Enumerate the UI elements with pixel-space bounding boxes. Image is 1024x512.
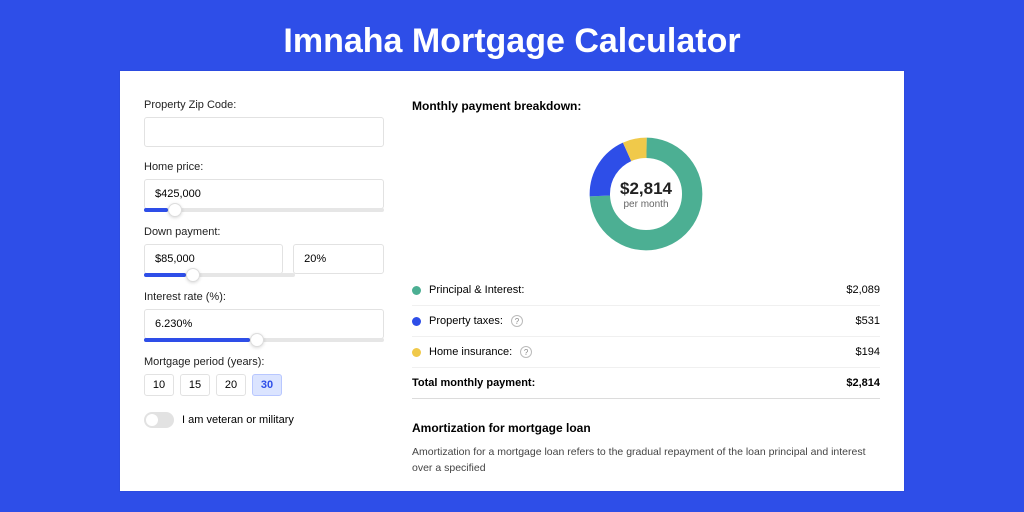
breakdown-row-insurance: Home insurance: ? $194: [412, 337, 880, 368]
breakdown-donut-chart: $2,814 per month: [585, 133, 707, 255]
period-option-15[interactable]: 15: [180, 374, 210, 396]
home-price-slider[interactable]: [144, 208, 384, 212]
legend-dot-icon: [412, 317, 421, 326]
breakdown-total-value: $2,814: [846, 377, 880, 389]
breakdown-panel: Monthly payment breakdown: $2,814 per mo…: [412, 99, 880, 477]
donut-center-amount: $2,814: [620, 179, 672, 199]
breakdown-value: $2,089: [846, 284, 880, 296]
amortization-heading: Amortization for mortgage loan: [412, 421, 880, 435]
help-icon[interactable]: ?: [520, 346, 532, 358]
zip-label: Property Zip Code:: [144, 99, 384, 111]
breakdown-label: Principal & Interest:: [429, 284, 524, 296]
interest-input[interactable]: [144, 309, 384, 339]
breakdown-value: $194: [856, 346, 880, 358]
period-option-30[interactable]: 30: [252, 374, 282, 396]
veteran-label: I am veteran or military: [182, 414, 294, 426]
down-payment-input[interactable]: [144, 244, 283, 274]
breakdown-row-total: Total monthly payment: $2,814: [412, 368, 880, 399]
down-payment-pct-input[interactable]: [293, 244, 384, 274]
veteran-toggle[interactable]: [144, 412, 174, 428]
down-payment-label: Down payment:: [144, 226, 384, 238]
period-label: Mortgage period (years):: [144, 356, 384, 368]
period-segments: 10 15 20 30: [144, 374, 384, 396]
legend-dot-icon: [412, 286, 421, 295]
breakdown-value: $531: [856, 315, 880, 327]
period-option-20[interactable]: 20: [216, 374, 246, 396]
interest-slider[interactable]: [144, 338, 384, 342]
form-panel: Property Zip Code: Home price: Down paym…: [144, 99, 384, 477]
legend-dot-icon: [412, 348, 421, 357]
home-price-label: Home price:: [144, 161, 384, 173]
breakdown-heading: Monthly payment breakdown:: [412, 99, 880, 113]
donut-center-sub: per month: [623, 199, 668, 210]
breakdown-row-taxes: Property taxes: ? $531: [412, 306, 880, 337]
amortization-text: Amortization for a mortgage loan refers …: [412, 445, 880, 477]
breakdown-label: Property taxes:: [429, 315, 503, 327]
period-option-10[interactable]: 10: [144, 374, 174, 396]
down-payment-slider[interactable]: [144, 273, 295, 277]
breakdown-row-principal: Principal & Interest: $2,089: [412, 275, 880, 306]
page-title: Imnaha Mortgage Calculator: [0, 0, 1024, 71]
help-icon[interactable]: ?: [511, 315, 523, 327]
zip-input[interactable]: [144, 117, 384, 147]
breakdown-label: Home insurance:: [429, 346, 512, 358]
calculator-card: Property Zip Code: Home price: Down paym…: [120, 71, 904, 491]
breakdown-total-label: Total monthly payment:: [412, 377, 535, 389]
interest-label: Interest rate (%):: [144, 291, 384, 303]
